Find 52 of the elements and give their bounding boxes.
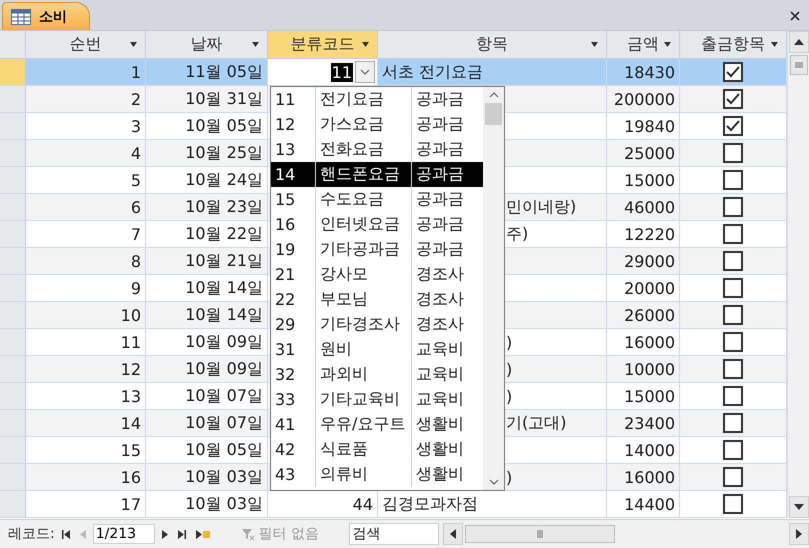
- table-cell: 15000: [607, 167, 680, 193]
- table-cell: 16: [26, 464, 146, 490]
- table-cell: 10월 09일: [146, 329, 268, 355]
- table-cell: 10: [26, 302, 146, 328]
- table-cell: 23400: [607, 410, 680, 436]
- table-cell: 10월 14일: [146, 275, 268, 301]
- table-cell: 10월 21일: [146, 248, 268, 274]
- table-cell: 13: [26, 383, 146, 409]
- table-cell: 10월 25일: [146, 140, 268, 166]
- table-cell: 10월 24일: [146, 167, 268, 193]
- table-cell: 14400: [607, 491, 680, 517]
- table-cell: 2: [26, 86, 146, 112]
- table-cell: 10월 07일: [146, 383, 268, 409]
- table-cell: 7: [26, 221, 146, 247]
- table-cell: 18430: [607, 59, 680, 85]
- table-cell: 10월 09일: [146, 356, 268, 382]
- table-cell: 46000: [607, 194, 680, 220]
- table-cell: 3: [26, 113, 146, 139]
- table-cell: 15: [26, 437, 146, 463]
- table-cell: 16000: [607, 329, 680, 355]
- table-cell: 6: [26, 194, 146, 220]
- table-cell: 15000: [607, 383, 680, 409]
- table-cell: 8: [26, 248, 146, 274]
- table-cell: 10000: [607, 356, 680, 382]
- table-cell: 19840: [607, 113, 680, 139]
- table-cell: 1: [26, 59, 146, 85]
- table-cell: 5: [26, 167, 146, 193]
- table-cell: 25000: [607, 140, 680, 166]
- table-cell: 17: [26, 491, 146, 517]
- table-cell: 12220: [607, 221, 680, 247]
- table-cell: 10월 05일: [146, 437, 268, 463]
- table-cell: 10월 03일: [146, 464, 268, 490]
- table-cell: 10월 23일: [146, 194, 268, 220]
- table-cell: 10월 03일: [146, 491, 268, 517]
- table-cell: 14000: [607, 437, 680, 463]
- table-cell: 10월 07일: [146, 410, 268, 436]
- table-cell: 20000: [607, 275, 680, 301]
- table-cell: 29000: [607, 248, 680, 274]
- table-cell: 서초 전기요금: [378, 59, 607, 85]
- table-cell: 9: [26, 275, 146, 301]
- table-cell: 10월 22일: [146, 221, 268, 247]
- table-cell: 10월 05일: [146, 113, 268, 139]
- table-cell: 16000: [607, 464, 680, 490]
- table-cell: 11: [26, 329, 146, 355]
- record-label: 레코드:: [8, 525, 55, 543]
- table-cell: 200000: [607, 86, 680, 112]
- table-cell: 4: [26, 140, 146, 166]
- table-cell: 12: [26, 356, 146, 382]
- table-cell: 10월 14일: [146, 302, 268, 328]
- table-cell: 10월 31일: [146, 86, 268, 112]
- table-cell: 26000: [607, 302, 680, 328]
- table-cell: 14: [26, 410, 146, 436]
